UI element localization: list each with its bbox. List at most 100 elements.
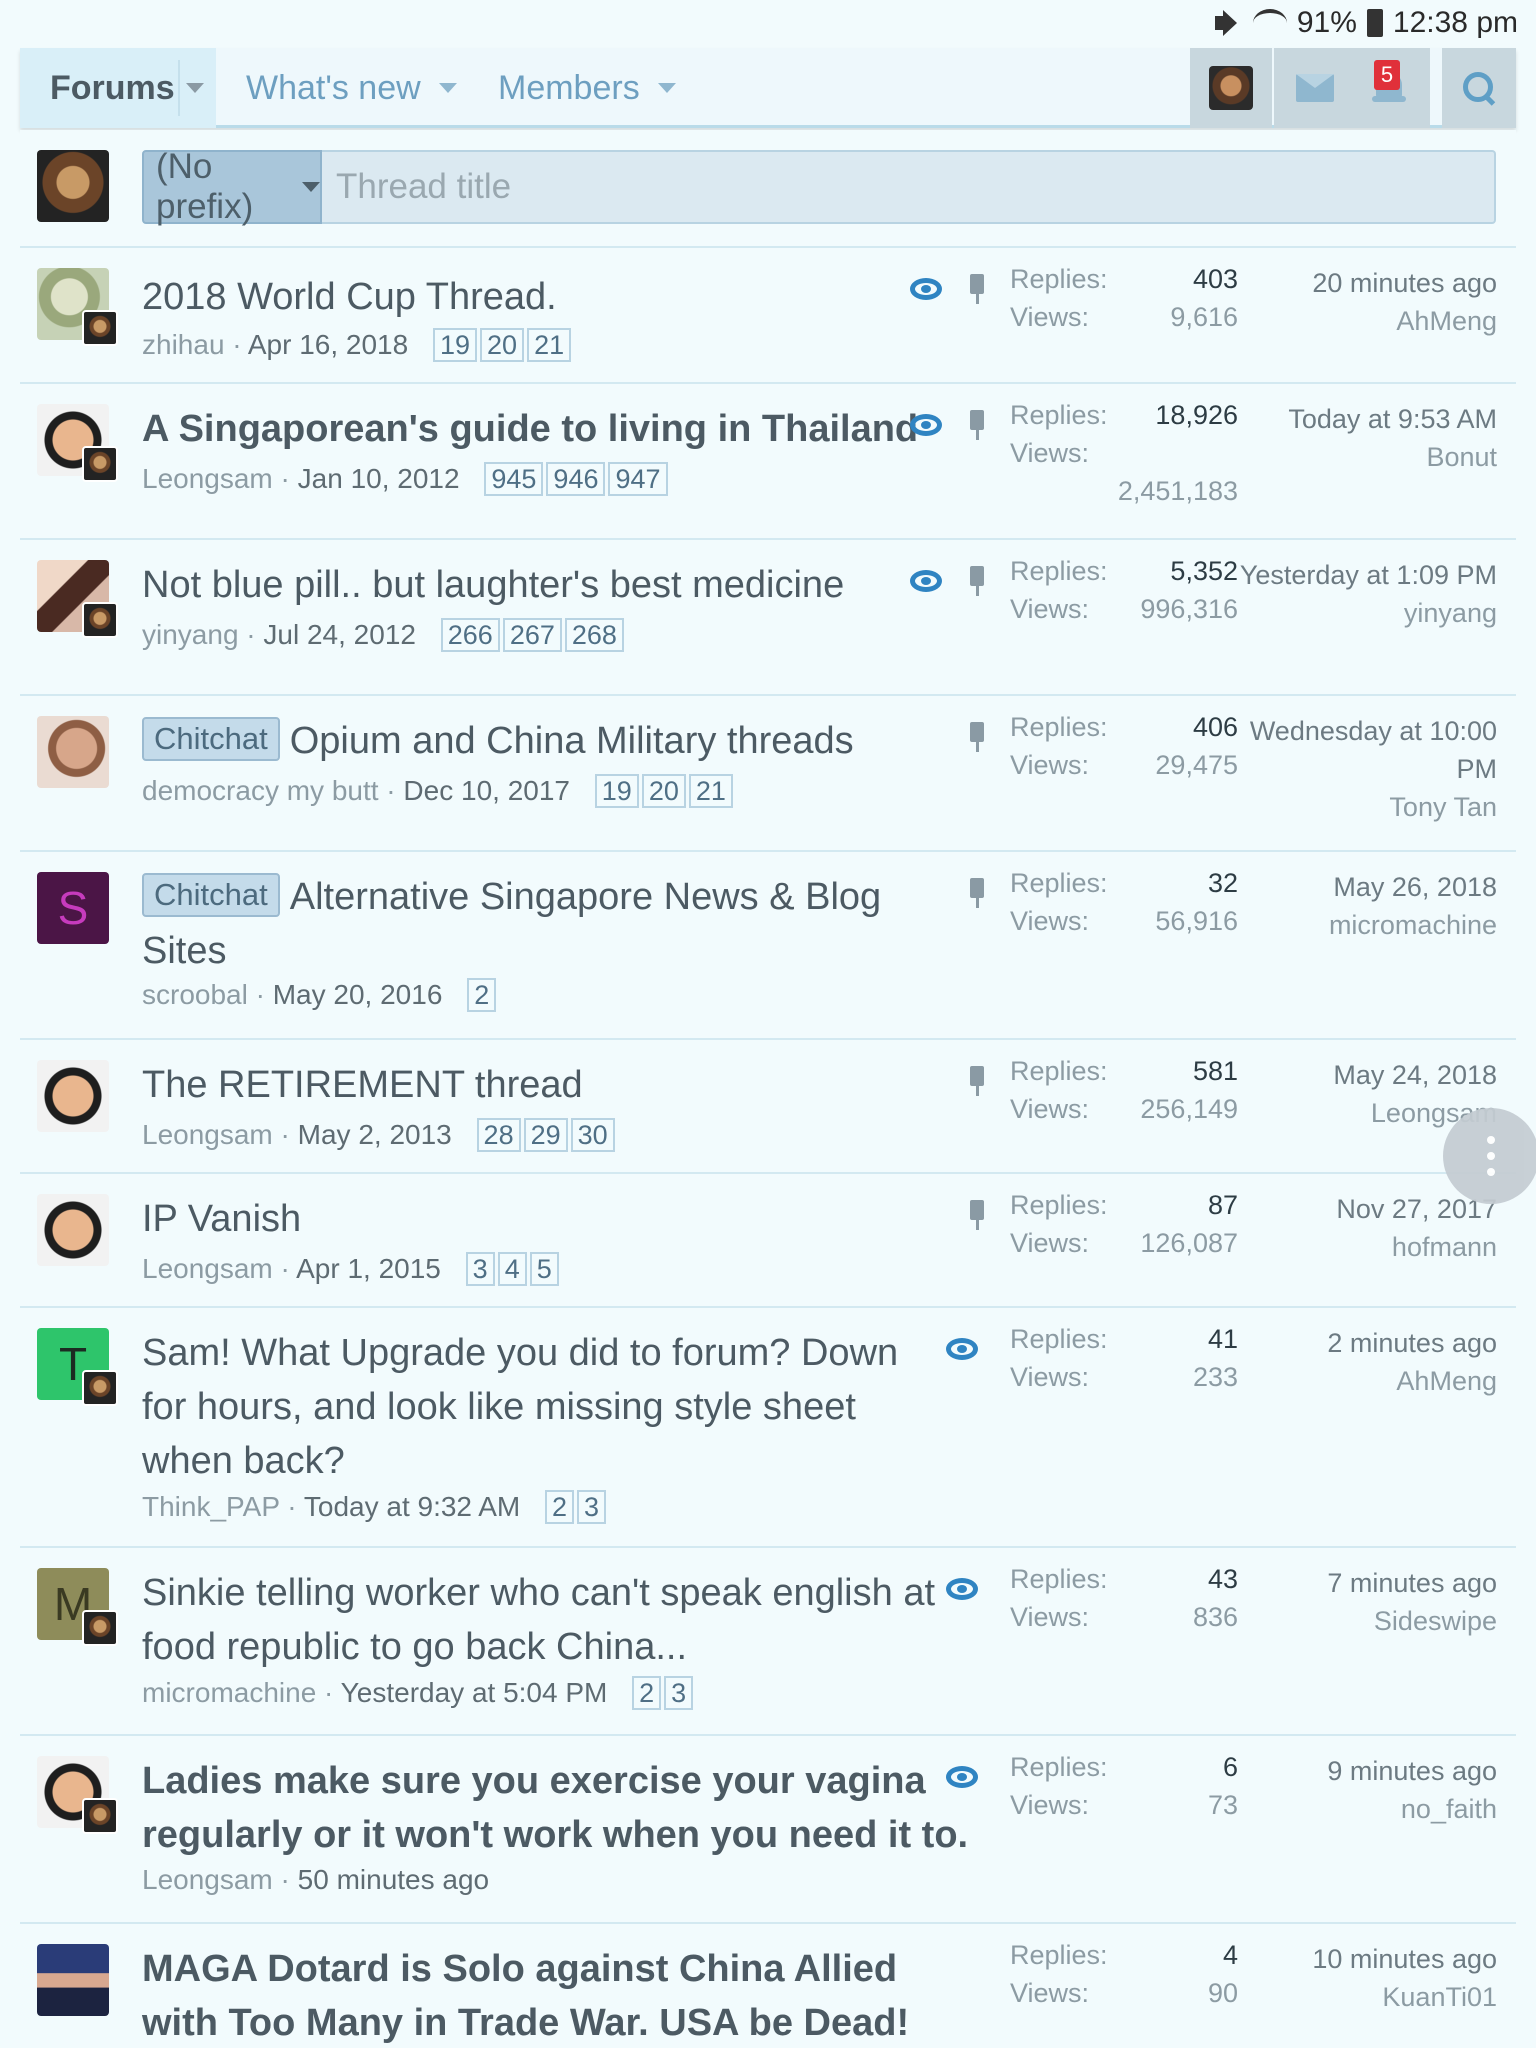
page-link[interactable]: 945: [484, 462, 544, 496]
page-link[interactable]: 19: [594, 774, 639, 808]
table-row[interactable]: The RETIREMENT thread Leongsam · May 2, …: [20, 1040, 1516, 1174]
views-label: Views:: [1010, 1790, 1090, 1820]
page-link[interactable]: 28: [476, 1118, 521, 1152]
page-link[interactable]: 3: [577, 1490, 607, 1524]
status-icons: 91% 12:38 pm: [1213, 6, 1518, 40]
thread-author[interactable]: Think_PAP: [142, 1491, 279, 1522]
page-link[interactable]: 19: [432, 328, 478, 362]
page-link[interactable]: 4: [497, 1252, 527, 1286]
page-link[interactable]: 266: [440, 618, 500, 652]
thread-stats: Replies: 41 Views: 233: [1010, 1324, 1238, 1400]
page-link[interactable]: 2: [632, 1676, 662, 1710]
thread-author[interactable]: Leongsam: [142, 1119, 273, 1150]
thread-author[interactable]: Leongsam: [142, 1253, 273, 1284]
thread-title[interactable]: 2018 World Cup Thread.: [142, 270, 557, 324]
avatar[interactable]: [37, 1194, 109, 1266]
page-link[interactable]: 5: [529, 1252, 559, 1286]
last-post-time[interactable]: Yesterday at 1:09 PM: [1217, 556, 1497, 594]
thread-author[interactable]: democracy my butt: [142, 775, 379, 806]
thread-author[interactable]: zhihau: [142, 329, 225, 360]
page-link[interactable]: 2: [545, 1490, 575, 1524]
page-link[interactable]: 30: [570, 1118, 615, 1152]
table-row[interactable]: Chitchat Opium and China Military threads…: [20, 696, 1516, 852]
page-link[interactable]: 3: [465, 1252, 495, 1286]
avatar[interactable]: [37, 716, 109, 788]
table-row[interactable]: 2018 World Cup Thread. zhihau · Apr 16, …: [20, 248, 1516, 384]
last-post-user[interactable]: Tony Tan: [1217, 788, 1497, 826]
last-post-user[interactable]: Bonut: [1217, 438, 1497, 476]
page-link[interactable]: 947: [608, 462, 668, 496]
floating-menu-button[interactable]: [1443, 1108, 1536, 1204]
last-post-time[interactable]: May 24, 2018: [1217, 1056, 1497, 1094]
watch-icon: [910, 278, 942, 300]
last-post-time[interactable]: 7 minutes ago: [1217, 1564, 1497, 1602]
page-link[interactable]: 20: [641, 774, 686, 808]
thread-title[interactable]: Not blue pill.. but laughter's best medi…: [142, 558, 844, 612]
last-post-time[interactable]: 9 minutes ago: [1217, 1752, 1497, 1790]
search-button[interactable]: [1442, 48, 1516, 128]
prefix-label[interactable]: Chitchat: [142, 717, 280, 761]
chevron-down-icon[interactable]: [657, 83, 676, 93]
last-post-time[interactable]: 20 minutes ago: [1217, 264, 1497, 302]
chevron-down-icon[interactable]: [438, 83, 457, 93]
last-post-user[interactable]: yinyang: [1217, 594, 1497, 632]
thread-author[interactable]: scroobal: [142, 979, 248, 1010]
page-link[interactable]: 268: [564, 618, 624, 652]
thread-author[interactable]: Leongsam: [142, 463, 273, 494]
last-post-user[interactable]: AhMeng: [1217, 302, 1497, 340]
thread-author[interactable]: yinyang: [142, 619, 239, 650]
last-post-user[interactable]: Sideswipe: [1217, 1602, 1497, 1640]
thread-title[interactable]: Ladies make sure you exercise your vagin…: [142, 1754, 972, 1862]
chevron-down-icon[interactable]: [186, 83, 204, 93]
table-row[interactable]: T Sam! What Upgrade you did to forum? Do…: [20, 1308, 1516, 1548]
thread-title-input[interactable]: Thread title: [322, 150, 1496, 224]
last-post-time[interactable]: 10 minutes ago: [1217, 1940, 1497, 1978]
table-row[interactable]: Not blue pill.. but laughter's best medi…: [20, 540, 1516, 696]
tab-members[interactable]: Members: [498, 48, 676, 128]
thread-title[interactable]: Sinkie telling worker who can't speak en…: [142, 1566, 942, 1674]
page-link[interactable]: 20: [480, 328, 525, 362]
views-label: Views:: [1010, 438, 1090, 468]
avatar[interactable]: [37, 1944, 109, 2016]
last-post-user[interactable]: AhMeng: [1217, 1362, 1497, 1400]
page-link[interactable]: 267: [502, 618, 562, 652]
last-post-time[interactable]: May 26, 2018: [1217, 868, 1497, 906]
last-post-user[interactable]: micromachine: [1217, 906, 1497, 944]
thread-title[interactable]: Chitchat Opium and China Military threads: [142, 714, 854, 768]
last-post-user[interactable]: no_faith: [1217, 1790, 1497, 1828]
thread-title[interactable]: Chitchat Alternative Singapore News & Blo…: [142, 870, 922, 978]
last-post-user[interactable]: KuanTi01: [1217, 1978, 1497, 2016]
thread-title[interactable]: A Singaporean's guide to living in Thail…: [142, 402, 918, 456]
last-post: Yesterday at 1:09 PM yinyang: [1217, 556, 1497, 632]
avatar[interactable]: [37, 1060, 109, 1132]
tab-whats-new[interactable]: What's new: [246, 48, 457, 128]
page-link[interactable]: 3: [664, 1676, 694, 1710]
table-row[interactable]: M Sinkie telling worker who can't speak …: [20, 1548, 1516, 1736]
thread-title[interactable]: MAGA Dotard is Solo against China Allied…: [142, 1942, 972, 2048]
inbox-button[interactable]: [1274, 48, 1356, 128]
thread-author[interactable]: micromachine: [142, 1677, 316, 1708]
avatar[interactable]: S: [37, 872, 109, 944]
prefix-select[interactable]: (No prefix): [142, 147, 322, 226]
table-row[interactable]: Ladies make sure you exercise your vagin…: [20, 1736, 1516, 1924]
last-post-time[interactable]: Today at 9:53 AM: [1217, 400, 1497, 438]
thread-author[interactable]: Leongsam: [142, 1864, 273, 1895]
table-row[interactable]: S Chitchat Alternative Singapore News & B…: [20, 852, 1516, 1040]
thread-title[interactable]: Sam! What Upgrade you did to forum? Down…: [142, 1326, 942, 1488]
thread-title[interactable]: The RETIREMENT thread: [142, 1058, 583, 1112]
page-link[interactable]: 21: [527, 328, 572, 362]
account-button[interactable]: [1190, 48, 1272, 128]
page-link[interactable]: 29: [523, 1118, 568, 1152]
prefix-label[interactable]: Chitchat: [142, 873, 280, 917]
page-link[interactable]: 2: [467, 978, 497, 1012]
last-post-time[interactable]: Wednesday at 10:00 PM: [1217, 712, 1497, 788]
last-post-time[interactable]: Nov 27, 2017: [1217, 1190, 1497, 1228]
last-post-time[interactable]: 2 minutes ago: [1217, 1324, 1497, 1362]
last-post-user[interactable]: hofmann: [1217, 1228, 1497, 1266]
thread-title[interactable]: IP Vanish: [142, 1192, 301, 1246]
page-link[interactable]: 21: [688, 774, 733, 808]
table-row[interactable]: A Singaporean's guide to living in Thail…: [20, 384, 1516, 540]
table-row[interactable]: MAGA Dotard is Solo against China Allied…: [20, 1924, 1516, 2048]
page-link[interactable]: 946: [546, 462, 606, 496]
table-row[interactable]: IP Vanish Leongsam · Apr 1, 2015 345 Rep…: [20, 1174, 1516, 1308]
